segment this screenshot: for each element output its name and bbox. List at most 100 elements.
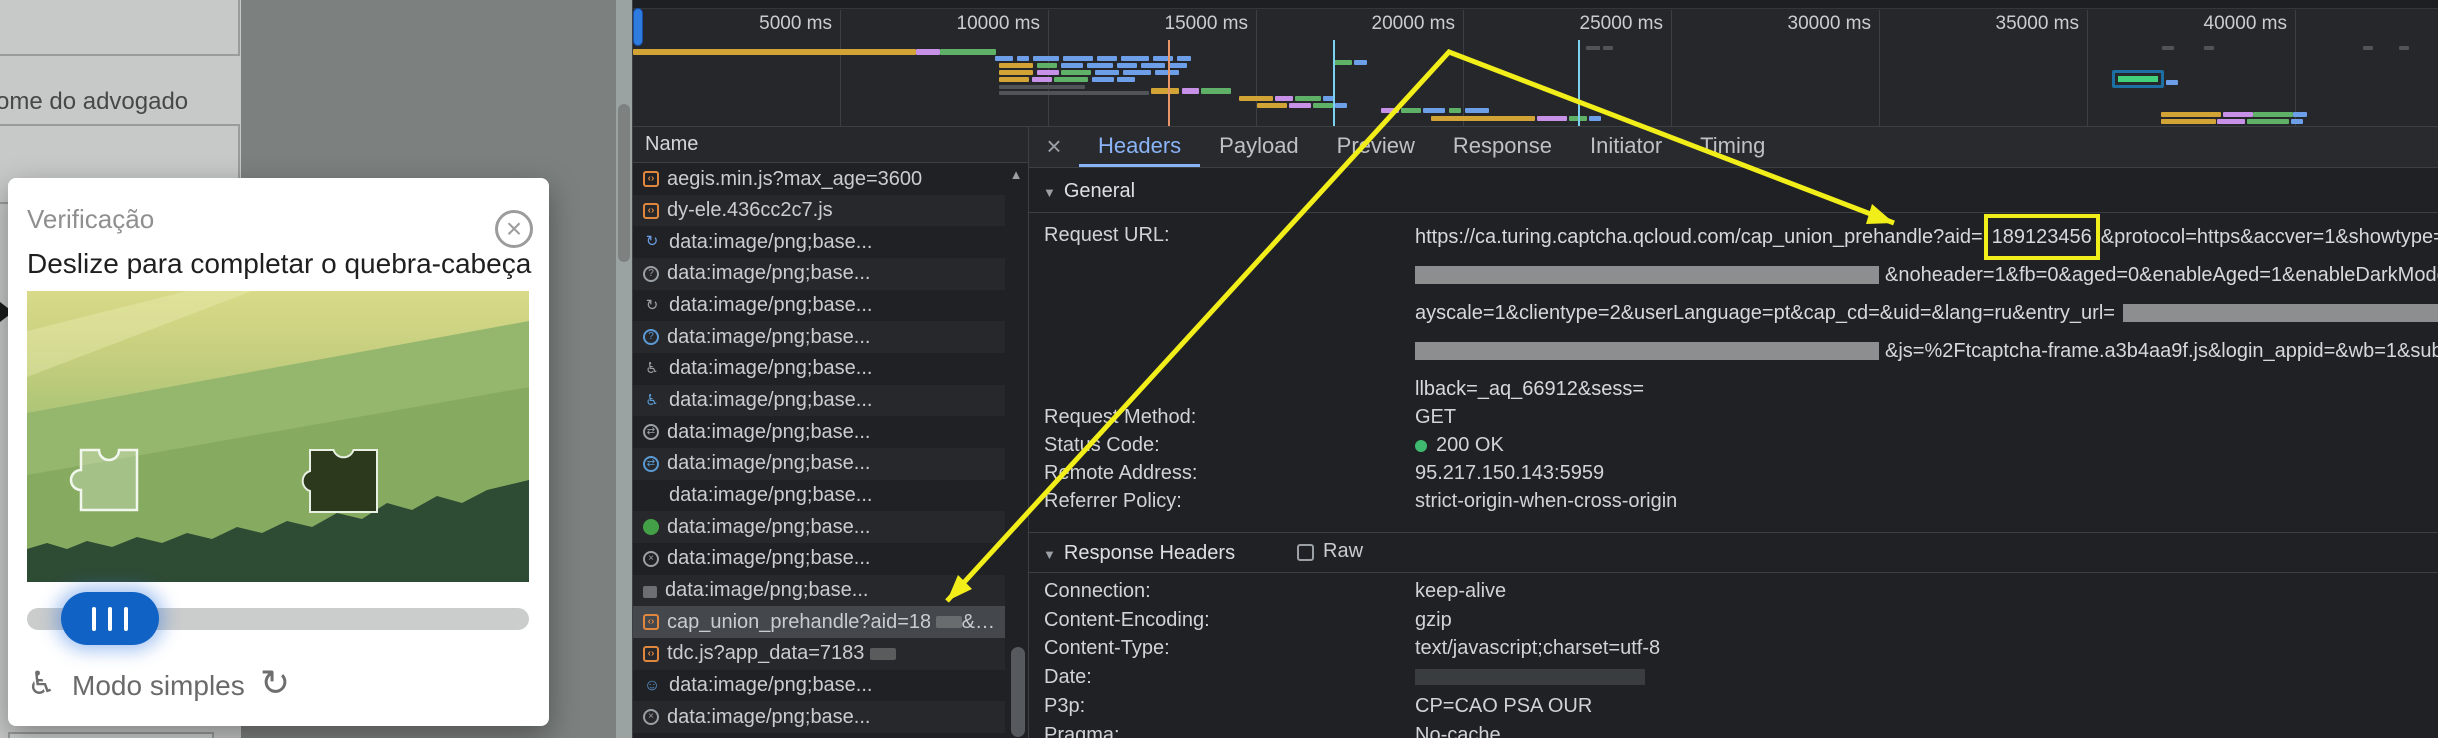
tab-preview[interactable]: Preview (1318, 127, 1434, 167)
network-request-row[interactable]: ‹›tdc.js?app_data=7183 (633, 638, 1005, 670)
tab-initiator[interactable]: Initiator (1571, 127, 1681, 167)
timeline-gridline (1048, 10, 1049, 126)
header-row[interactable]: Remote Address:95.217.150.143:5959 (1029, 460, 2438, 488)
tab-headers[interactable]: Headers (1079, 127, 1200, 167)
network-request-row[interactable]: data:image/png;base... (633, 575, 1005, 607)
header-row[interactable]: Referrer Policy:strict-origin-when-cross… (1029, 488, 2438, 516)
timeline-tick-label: 40000 ms (2137, 13, 2287, 35)
redaction-blur (936, 616, 962, 628)
accessibility-icon[interactable]: ♿ (27, 664, 56, 702)
network-request-row[interactable]: ☺data:image/png;base... (633, 670, 1005, 702)
image-file-icon (643, 586, 657, 598)
network-request-row[interactable]: ×data:image/png;base... (633, 701, 1005, 733)
waterfall-bar (1092, 77, 1114, 82)
close-details-icon[interactable]: × (1029, 127, 1079, 167)
script-file-icon: ‹› (643, 203, 659, 219)
waterfall-bar (2204, 46, 2214, 50)
tab-timing[interactable]: Timing (1681, 127, 1784, 167)
refresh-icon[interactable]: ↻ (260, 662, 290, 704)
timeline-gridline (2087, 10, 2088, 126)
network-request-row[interactable]: ♿data:image/png;base... (633, 353, 1005, 385)
request-name: data:image/png;base... (669, 484, 872, 507)
page-scrollbar-thumb[interactable] (618, 104, 630, 262)
aid-highlight-box: 189123456 (1984, 214, 2100, 260)
captcha-title: Verificação (27, 204, 154, 235)
network-request-row[interactable]: ?data:image/png;base... (633, 258, 1005, 290)
waterfall-bar (995, 56, 1013, 61)
request-url-value[interactable]: https://ca.turing.captcha.qcloud.com/cap… (1415, 218, 2438, 408)
redaction-bar (2123, 304, 2438, 322)
form-field[interactable] (0, 0, 240, 56)
network-request-row[interactable]: ?data:image/png;base... (633, 321, 1005, 353)
network-request-row[interactable]: ‹›dy-ele.436cc2c7.js (633, 195, 1005, 227)
waterfall-bar (1177, 56, 1191, 61)
general-section-title[interactable]: ▼General (1043, 180, 1135, 203)
overview-drag-handle[interactable] (633, 8, 643, 46)
waterfall-bar (999, 77, 1029, 82)
close-icon[interactable]: × (495, 210, 533, 248)
waterfall-bar (1061, 63, 1083, 68)
tab-payload[interactable]: Payload (1200, 127, 1318, 167)
network-request-row[interactable]: ↻data:image/png;base... (633, 290, 1005, 322)
waterfall-bar (1257, 103, 1287, 108)
request-name: data:image/png;base... (667, 452, 870, 475)
captcha-dialog: Verificação × Deslize para completar o q… (8, 178, 549, 726)
overview-top-strip (633, 0, 2438, 9)
tab-response[interactable]: Response (1434, 127, 1571, 167)
waterfall-bar (1289, 103, 1311, 108)
header-row[interactable]: Connection:keep-alive (1029, 578, 2438, 606)
timeline-gridline (840, 10, 841, 126)
network-request-row[interactable]: ×data:image/png;base... (633, 733, 1005, 738)
simple-mode-button[interactable]: Modo simples (72, 670, 245, 702)
timeline-tick-label: 35000 ms (1929, 13, 2079, 35)
script-file-icon: ‹› (643, 646, 659, 662)
network-request-row[interactable]: ↻data:image/png;base... (633, 226, 1005, 258)
network-request-row[interactable]: ‹›aegis.min.js?max_age=3600 (633, 163, 1005, 195)
waterfall-bar (2399, 46, 2409, 50)
network-request-row[interactable]: ♿data:image/png;base... (633, 385, 1005, 417)
network-request-row[interactable]: ‹›cap_union_prehandle?aid=189&… (633, 606, 1005, 638)
network-overview-timeline[interactable]: 5000 ms10000 ms15000 ms20000 ms25000 ms3… (633, 0, 2438, 127)
refresh-icon: ↻ (643, 233, 661, 251)
timeline-event-marker (1168, 40, 1170, 126)
waterfall-bar (1354, 60, 1367, 65)
slider-handle[interactable] (61, 592, 159, 645)
network-scrollbar-thumb[interactable] (1011, 647, 1025, 737)
waterfall-bar (1603, 46, 1613, 50)
name-column-header[interactable]: Name (633, 127, 1029, 163)
form-field[interactable] (8, 732, 214, 738)
request-name: data:image/png;base... (667, 516, 870, 539)
chevron-down-icon: ▼ (1043, 185, 1056, 200)
header-name: Date: (1044, 666, 1092, 689)
waterfall-bar (1335, 103, 1347, 108)
network-request-row[interactable]: ⇄data:image/png;base... (633, 448, 1005, 480)
header-row[interactable]: P3p:CP=CAO PSA OUR (1029, 693, 2438, 721)
response-headers-section-title[interactable]: ▼Response Headers (1043, 542, 1235, 565)
header-row[interactable]: Request Method:GET (1029, 404, 2438, 432)
form-field-label: ome do advogado (0, 88, 246, 116)
blank-icon (643, 487, 661, 505)
header-row[interactable]: Content-Type:text/javascript;charset=utf… (1029, 635, 2438, 663)
header-row[interactable]: Status Code:200 OK (1029, 432, 2438, 460)
scroll-up-icon[interactable]: ▲ (1008, 167, 1024, 182)
header-row[interactable]: Date: (1029, 664, 2438, 692)
page-scrollbar[interactable] (616, 0, 632, 738)
devtools-window: 5000 ms10000 ms15000 ms20000 ms25000 ms3… (632, 0, 2438, 738)
header-name: Remote Address: (1044, 462, 1197, 485)
network-request-row[interactable]: ✓data:image/png;base... (633, 511, 1005, 543)
waterfall-bar (1033, 56, 1059, 61)
raw-checkbox[interactable] (1297, 544, 1314, 561)
waterfall-bar (633, 49, 916, 55)
network-request-row[interactable]: ×data:image/png;base... (633, 543, 1005, 575)
network-request-row[interactable]: data:image/png;base... (633, 480, 1005, 512)
waterfall-bar (1117, 77, 1135, 82)
waterfall-bar (999, 63, 1033, 68)
waterfall-bar (1449, 108, 1461, 113)
timeline-gridline (1256, 10, 1257, 126)
header-value: text/javascript;charset=utf-8 (1415, 637, 1660, 660)
divider (1029, 532, 2438, 533)
network-request-row[interactable]: ⇄data:image/png;base... (633, 416, 1005, 448)
header-row[interactable]: Pragma:No-cache (1029, 722, 2438, 738)
header-name: Pragma: (1044, 724, 1120, 738)
header-row[interactable]: Content-Encoding:gzip (1029, 607, 2438, 635)
